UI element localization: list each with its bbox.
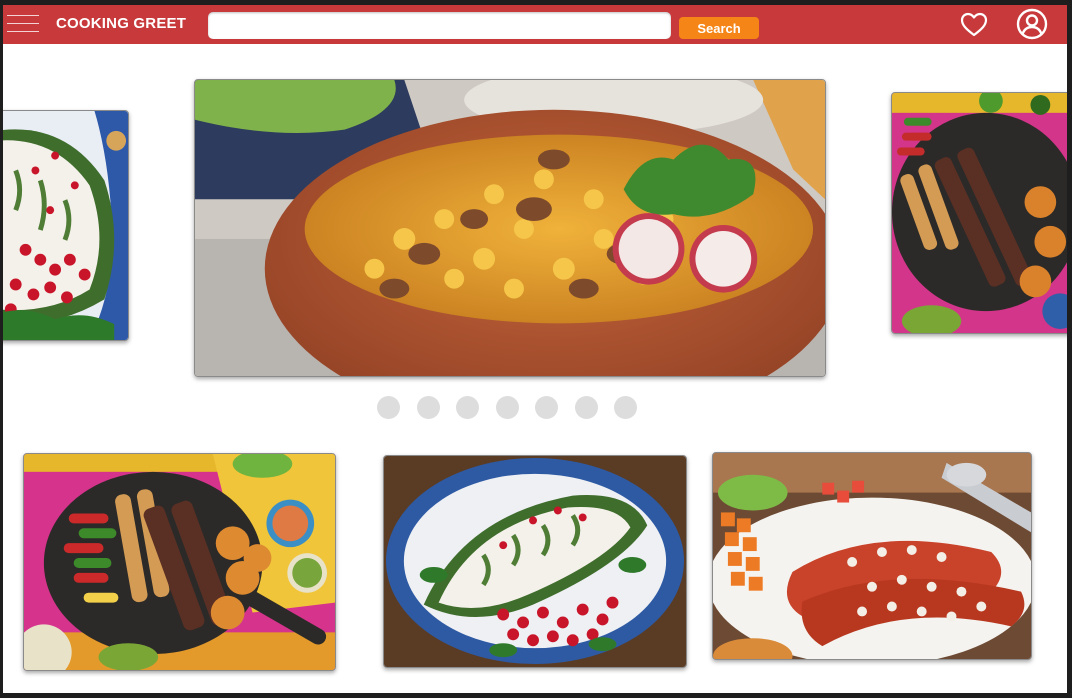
carousel-slide-next[interactable] (891, 92, 1067, 334)
search-button[interactable]: Search (679, 17, 759, 39)
recipe-card-chiles-en-nogada[interactable] (383, 455, 687, 668)
fajitas-image (24, 454, 335, 670)
carousel-dot[interactable] (377, 396, 400, 419)
chiles-en-nogada-image (3, 111, 128, 340)
heart-icon[interactable] (960, 11, 988, 39)
carousel-dot[interactable] (535, 396, 558, 419)
carousel-dot[interactable] (456, 396, 479, 419)
carousel-slide-previous[interactable] (3, 110, 129, 341)
enchiladas-image (713, 453, 1031, 659)
top-navigation-bar: COOKING GREET Search (3, 5, 1067, 44)
carousel-pagination (377, 396, 639, 420)
chiles-en-nogada-image (384, 456, 686, 667)
carousel-slide-current[interactable] (194, 79, 826, 377)
fajitas-image (892, 93, 1067, 333)
pozole-image (195, 80, 825, 376)
hamburger-menu-icon[interactable] (7, 13, 39, 35)
carousel-dot[interactable] (614, 396, 637, 419)
brand-title: COOKING GREET (56, 15, 187, 32)
carousel-dot[interactable] (575, 396, 598, 419)
search-input[interactable] (208, 12, 671, 39)
app-window: COOKING GREET Search (3, 5, 1067, 693)
carousel-dot[interactable] (417, 396, 440, 419)
recipe-card-enchiladas[interactable] (712, 452, 1032, 660)
recipe-card-fajitas[interactable] (23, 453, 336, 671)
carousel-dot[interactable] (496, 396, 519, 419)
user-circle-icon[interactable] (1016, 8, 1048, 40)
